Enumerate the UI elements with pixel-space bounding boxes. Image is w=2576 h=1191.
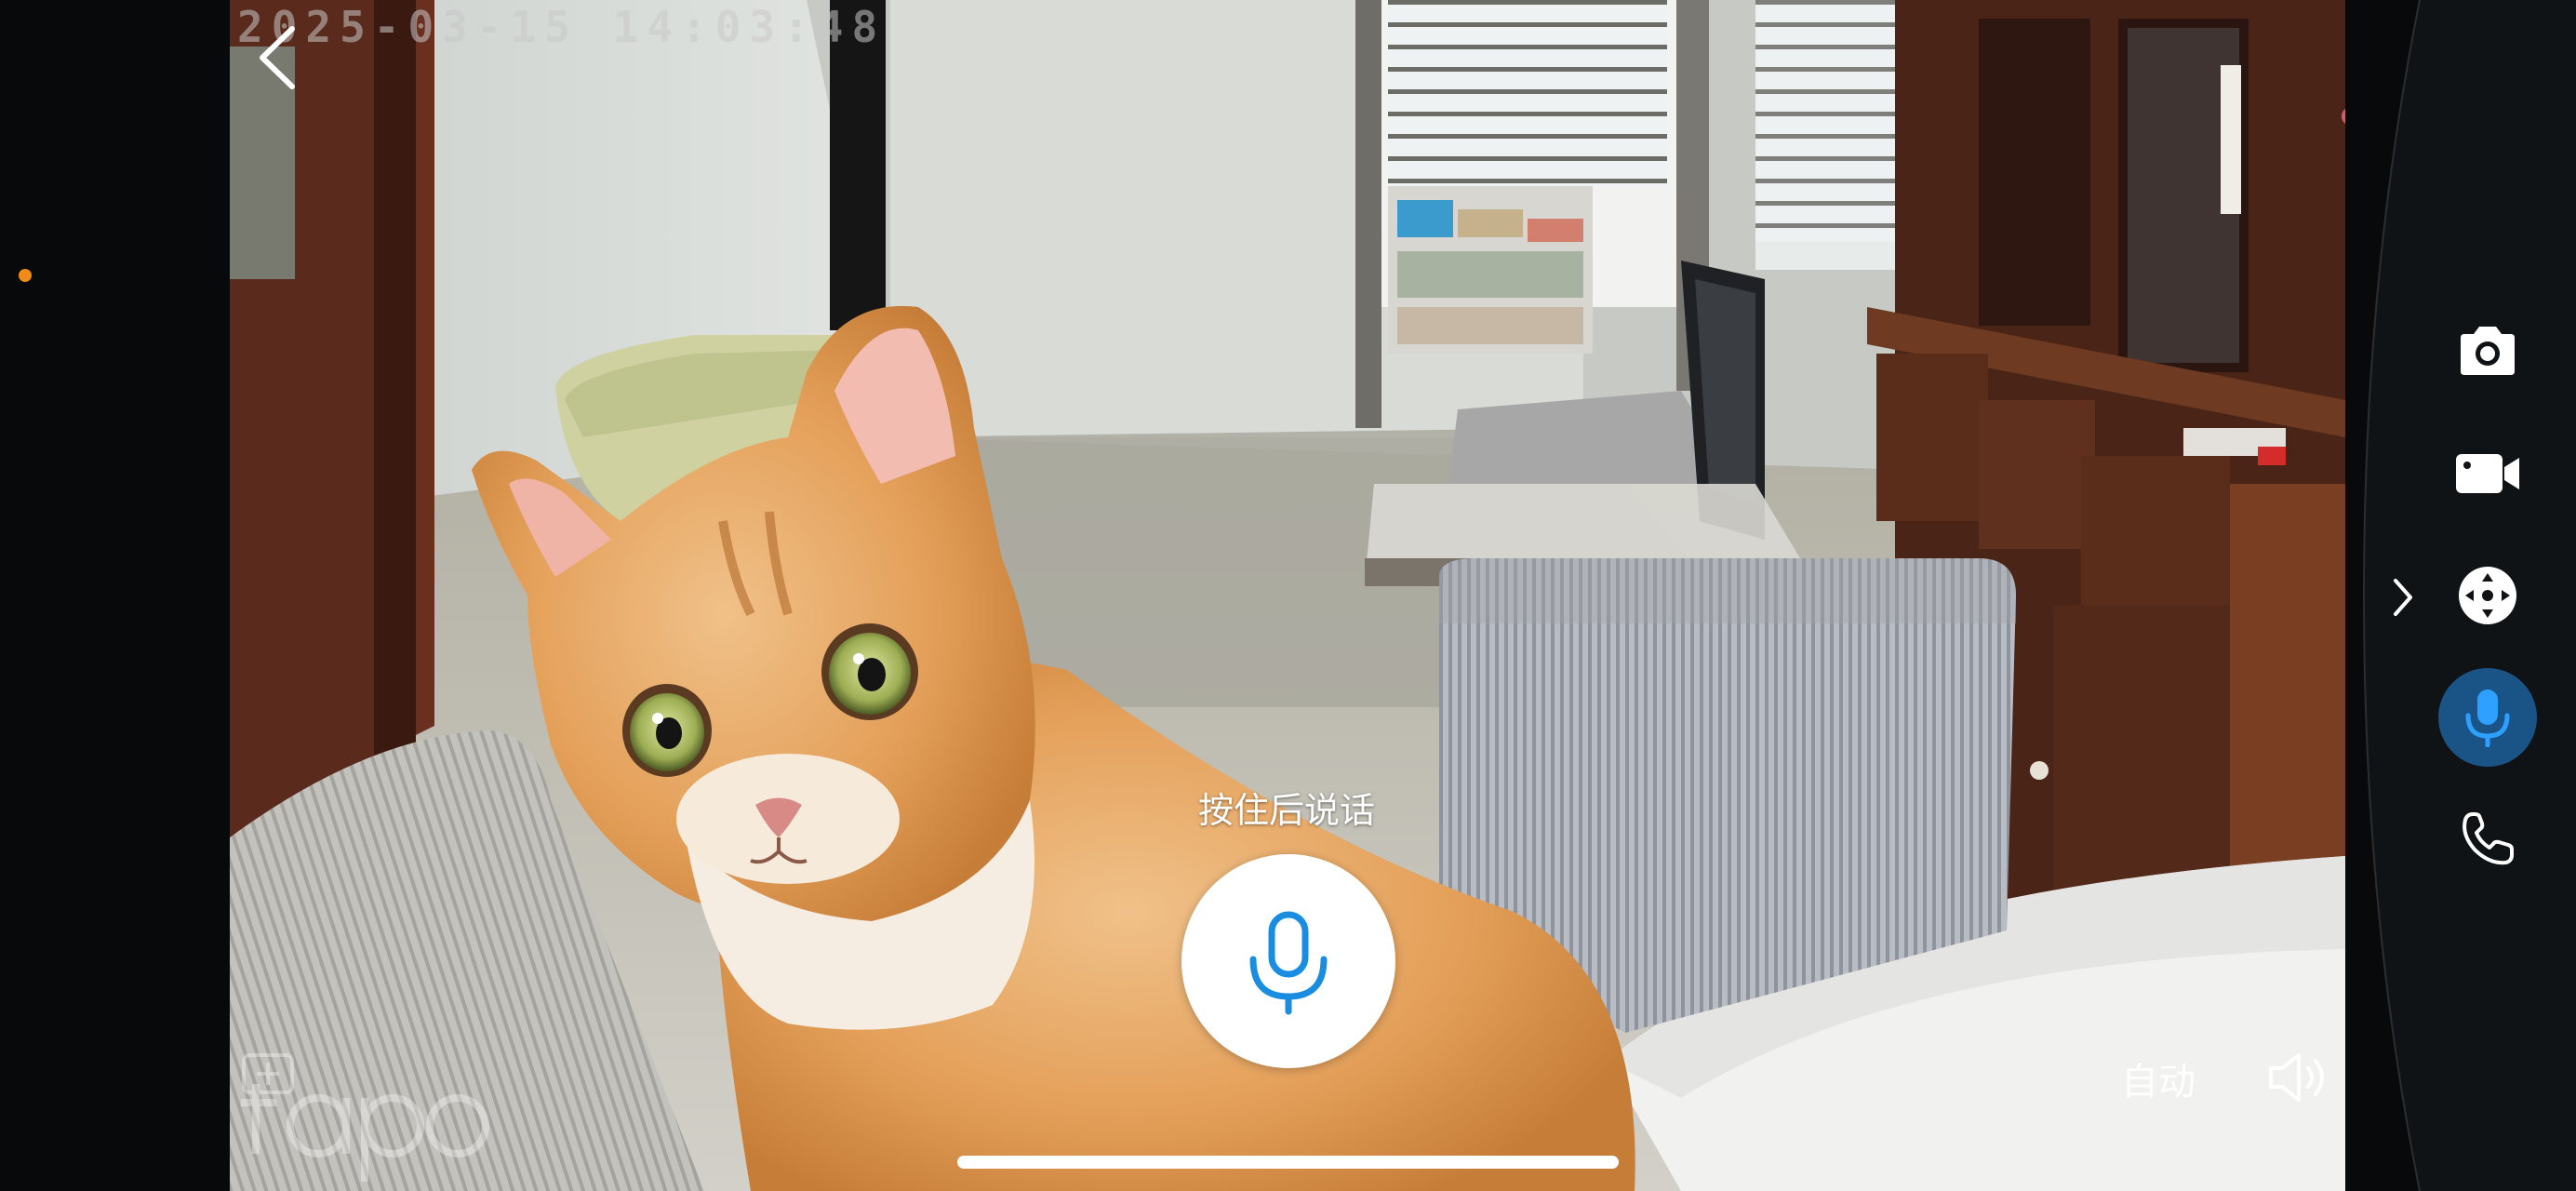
live-view-screen: 2025-03-15 14:03:48 按住后说话 自动 bbox=[0, 0, 2576, 1191]
speaker-icon bbox=[2269, 1053, 2324, 1102]
expand-panel-button[interactable] bbox=[2382, 572, 2423, 622]
microphone-icon bbox=[2465, 689, 2510, 747]
phone-icon bbox=[2463, 812, 2514, 865]
right-control-panel bbox=[2345, 0, 2576, 1191]
status-dot bbox=[19, 269, 32, 282]
chevron-right-icon bbox=[2394, 579, 2412, 616]
back-button[interactable] bbox=[249, 22, 305, 93]
direction-pad-icon bbox=[2459, 567, 2516, 624]
back-arrow-icon bbox=[260, 26, 295, 89]
home-indicator[interactable] bbox=[957, 1156, 1619, 1169]
video-quality-toggle[interactable]: 自动 bbox=[2121, 1051, 2196, 1105]
push-to-talk-button[interactable] bbox=[1181, 854, 1395, 1068]
pan-tilt-button[interactable] bbox=[2438, 546, 2537, 645]
screenshot-button[interactable] bbox=[2438, 301, 2537, 400]
call-button[interactable] bbox=[2438, 789, 2537, 888]
push-to-talk-hint: 按住后说话 bbox=[1197, 790, 1375, 831]
camera-icon bbox=[2461, 327, 2515, 375]
video-camera-icon bbox=[2456, 454, 2519, 493]
microphone-icon bbox=[1249, 911, 1328, 1015]
video-timestamp: 2025-03-15 14:03:48 bbox=[237, 2, 887, 52]
talk-button[interactable] bbox=[2438, 668, 2537, 767]
volume-button[interactable] bbox=[2266, 1050, 2331, 1105]
record-button[interactable] bbox=[2438, 424, 2537, 523]
tapo-watermark bbox=[236, 1053, 469, 1165]
left-margin bbox=[0, 0, 230, 1191]
